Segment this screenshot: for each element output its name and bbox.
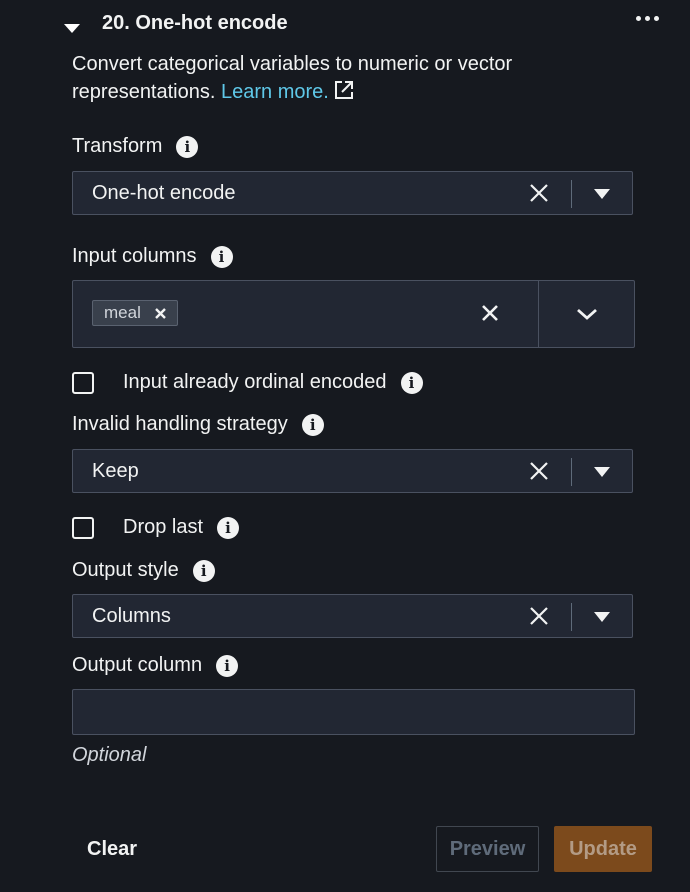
output-style-value: Columns — [92, 605, 171, 627]
invalid-handling-label: Invalid handling strategy — [72, 413, 288, 435]
dropdown-triangle-icon[interactable] — [594, 467, 610, 477]
dropdown-triangle-icon[interactable] — [594, 612, 610, 622]
output-column-input[interactable] — [72, 689, 635, 735]
clear-button[interactable]: Clear — [87, 838, 137, 861]
drop-last-row: Drop last i — [72, 516, 240, 539]
step-title: 20. One-hot encode — [102, 12, 288, 34]
caret-down-icon[interactable] — [64, 24, 80, 33]
info-icon[interactable]: i — [176, 135, 199, 158]
info-icon[interactable]: i — [192, 559, 215, 582]
output-column-label-row: Output column i — [72, 654, 239, 677]
ordinal-encoded-label[interactable]: Input already ordinal encoded — [123, 371, 387, 394]
info-icon[interactable]: i — [400, 371, 423, 394]
chevron-down-icon[interactable] — [575, 307, 599, 326]
token-label: meal — [104, 303, 141, 322]
drop-last-checkbox[interactable] — [72, 516, 94, 539]
select-divider — [571, 458, 572, 486]
clear-icon[interactable] — [527, 181, 551, 205]
drop-last-label[interactable]: Drop last — [123, 516, 203, 539]
input-columns-multiselect[interactable]: meal — [72, 280, 635, 348]
ordinal-encoded-row: Input already ordinal encoded i — [72, 371, 423, 394]
dropdown-triangle-icon[interactable] — [594, 189, 610, 199]
update-button[interactable]: Update — [554, 826, 652, 872]
remove-token-icon[interactable] — [154, 307, 167, 320]
info-icon[interactable]: i — [301, 413, 324, 436]
output-column-label: Output column — [72, 654, 203, 676]
output-style-label: Output style — [72, 559, 179, 581]
transform-label: Transform — [72, 135, 163, 157]
select-divider — [571, 180, 572, 208]
transform-label-row: Transform i — [72, 135, 199, 158]
step-header[interactable]: 20. One-hot encode — [64, 12, 288, 35]
one-hot-encode-panel: 20. One-hot encode Convert categorical v… — [0, 0, 690, 892]
clear-all-icon[interactable] — [480, 303, 500, 328]
clear-icon[interactable] — [527, 604, 551, 628]
output-column-hint: Optional — [72, 744, 147, 766]
info-icon[interactable]: i — [217, 516, 240, 539]
input-columns-label: Input columns — [72, 245, 197, 267]
clear-icon[interactable] — [527, 459, 551, 483]
output-style-label-row: Output style i — [72, 559, 215, 582]
more-options-icon[interactable] — [636, 16, 659, 21]
step-description: Convert categorical variables to numeric… — [72, 50, 592, 109]
invalid-handling-value: Keep — [92, 460, 139, 482]
output-style-select[interactable]: Columns — [72, 594, 633, 638]
external-link-icon[interactable] — [333, 79, 355, 109]
info-icon[interactable]: i — [216, 654, 239, 677]
transform-value: One-hot encode — [92, 182, 236, 204]
invalid-handling-select[interactable]: Keep — [72, 449, 633, 493]
invalid-handling-label-row: Invalid handling strategy i — [72, 413, 324, 436]
column-token: meal — [92, 300, 178, 326]
transform-select[interactable]: One-hot encode — [72, 171, 633, 215]
preview-button[interactable]: Preview — [436, 826, 539, 872]
learn-more-link[interactable]: Learn more. — [221, 81, 329, 103]
multiselect-divider — [538, 281, 539, 347]
select-divider — [571, 603, 572, 631]
input-columns-label-row: Input columns i — [72, 245, 233, 268]
info-icon[interactable]: i — [210, 245, 233, 268]
ordinal-encoded-checkbox[interactable] — [72, 371, 94, 394]
